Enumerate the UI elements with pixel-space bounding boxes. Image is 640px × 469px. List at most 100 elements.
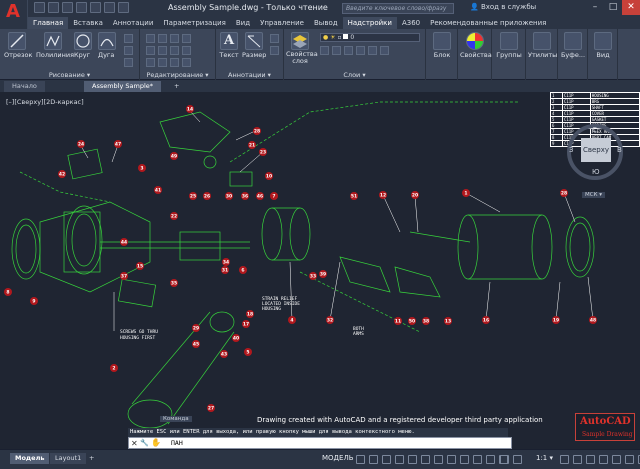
undo-icon[interactable] bbox=[104, 2, 115, 13]
array-icon[interactable] bbox=[170, 58, 179, 67]
viewport-controls-label[interactable]: [–][Сверху][2D-каркас] bbox=[6, 98, 84, 106]
snap-icon[interactable] bbox=[369, 455, 378, 464]
draw-group-label[interactable]: Рисование ▾ bbox=[0, 71, 139, 79]
file-tab-document[interactable]: Assembly Sample* bbox=[84, 81, 162, 92]
drawing-canvas[interactable]: 24 47 14 28 21 23 49 10 25 26 30 36 46 7… bbox=[0, 92, 640, 449]
tab-insert[interactable]: Вставка bbox=[68, 17, 108, 29]
open-file-icon[interactable] bbox=[48, 2, 59, 13]
spline-icon[interactable] bbox=[124, 58, 133, 67]
command-input[interactable]: ПАН bbox=[171, 439, 183, 447]
isolate-objects-icon[interactable] bbox=[599, 455, 608, 464]
tab-output[interactable]: Вывод bbox=[309, 17, 343, 29]
hardware-acceleration-icon[interactable] bbox=[612, 455, 621, 464]
save-icon[interactable] bbox=[62, 2, 73, 13]
dimension-button[interactable]: Размер bbox=[242, 32, 266, 59]
grid-icon[interactable] bbox=[356, 455, 365, 464]
block-button[interactable]: Блок bbox=[430, 32, 454, 59]
auto-scale-icon[interactable] bbox=[513, 455, 522, 464]
tab-home[interactable]: Главная bbox=[28, 17, 69, 29]
new-file-icon[interactable] bbox=[34, 2, 45, 13]
fillet-icon[interactable] bbox=[170, 46, 179, 55]
scale-icon[interactable] bbox=[158, 58, 167, 67]
plot-icon[interactable] bbox=[90, 2, 101, 13]
polar-icon[interactable] bbox=[421, 455, 430, 464]
plus-icon[interactable] bbox=[573, 455, 582, 464]
arc-button[interactable]: Дуга bbox=[98, 32, 116, 59]
layer-previous-icon[interactable] bbox=[380, 46, 389, 55]
tab-parametric[interactable]: Параметризация bbox=[158, 17, 230, 29]
command-history-label[interactable]: Команда bbox=[160, 416, 192, 422]
model-space-toggle[interactable]: МОДЕЛЬ bbox=[322, 454, 354, 462]
compass-east[interactable]: В bbox=[617, 146, 622, 154]
infer-constraints-icon[interactable] bbox=[382, 455, 391, 464]
properties-button[interactable]: Свойства bbox=[460, 32, 492, 59]
wcs-dropdown[interactable]: МСК ▾ bbox=[582, 192, 605, 198]
file-tab-start[interactable]: Начало bbox=[4, 81, 45, 92]
circle-button[interactable]: Круг bbox=[74, 32, 92, 59]
clean-screen-icon[interactable] bbox=[625, 455, 634, 464]
lineweight-icon[interactable] bbox=[473, 455, 482, 464]
leader-icon[interactable] bbox=[270, 34, 279, 43]
clipboard-button[interactable]: Буфе... bbox=[560, 32, 586, 59]
gear-icon[interactable] bbox=[560, 455, 569, 464]
tab-view[interactable]: Вид bbox=[231, 17, 255, 29]
viewcube-top-face[interactable]: Сверху bbox=[581, 138, 611, 162]
tab-annotate[interactable]: Аннотации bbox=[108, 17, 158, 29]
add-layout-button[interactable]: + bbox=[84, 453, 99, 464]
layer-freeze-icon[interactable] bbox=[344, 46, 353, 55]
view-button[interactable]: Вид bbox=[592, 32, 614, 59]
explode-icon[interactable] bbox=[182, 46, 191, 55]
tab-addins[interactable]: Надстройки bbox=[342, 17, 397, 29]
layout-tab[interactable]: Layout1 bbox=[50, 453, 87, 464]
object-snap-tracking-icon[interactable] bbox=[447, 455, 456, 464]
search-input[interactable]: Введите ключевое слово/фразу bbox=[342, 3, 454, 14]
rectangle-icon[interactable] bbox=[124, 34, 133, 43]
close-button[interactable]: ✕ bbox=[622, 0, 640, 15]
object-snap-icon[interactable] bbox=[460, 455, 469, 464]
layer-lock-icon[interactable] bbox=[356, 46, 365, 55]
transparency-icon[interactable] bbox=[486, 455, 495, 464]
annotation-visibility-icon[interactable] bbox=[500, 455, 509, 464]
erase-icon[interactable] bbox=[182, 34, 191, 43]
hatch-icon[interactable] bbox=[124, 46, 133, 55]
groups-button[interactable]: Группы bbox=[496, 32, 522, 59]
utilities-button[interactable]: Утилиты bbox=[528, 32, 557, 59]
new-tab-button[interactable]: + bbox=[166, 81, 187, 92]
rotate-icon[interactable] bbox=[158, 34, 167, 43]
redo-icon[interactable] bbox=[118, 2, 129, 13]
maximize-button[interactable]: □ bbox=[604, 0, 622, 15]
copy-icon[interactable] bbox=[146, 46, 155, 55]
layer-off-icon[interactable] bbox=[320, 46, 329, 55]
layer-properties-button[interactable]: Свойства слоя bbox=[286, 32, 318, 65]
tab-featured-apps[interactable]: Рекомендованные приложения bbox=[425, 17, 551, 29]
mirror-icon[interactable] bbox=[158, 46, 167, 55]
model-tab[interactable]: Модель bbox=[10, 453, 50, 464]
layer-match-icon[interactable] bbox=[368, 46, 377, 55]
isodraft-icon[interactable] bbox=[434, 455, 443, 464]
annotation-scale-dropdown[interactable]: 1:1 ▾ bbox=[536, 454, 553, 462]
compass-south[interactable]: Ю bbox=[592, 168, 600, 176]
layer-isolate-icon[interactable] bbox=[332, 46, 341, 55]
annotation-group-label[interactable]: Аннотации ▾ bbox=[216, 71, 283, 79]
layers-group-label[interactable]: Слои ▾ bbox=[284, 71, 425, 79]
offset-icon[interactable] bbox=[182, 58, 191, 67]
close-command-icon[interactable]: ✕ bbox=[131, 439, 138, 448]
signin-button[interactable]: 👤 Вход в службы bbox=[470, 3, 536, 11]
viewcube[interactable]: Сверху С Ю З В bbox=[563, 116, 629, 182]
compass-north[interactable]: С bbox=[592, 126, 597, 134]
ortho-icon[interactable] bbox=[408, 455, 417, 464]
polyline-button[interactable]: Полилиния bbox=[36, 32, 74, 59]
application-menu-button[interactable]: A bbox=[0, 0, 28, 31]
minimize-button[interactable]: – bbox=[586, 0, 604, 15]
tab-manage[interactable]: Управление bbox=[255, 17, 309, 29]
layer-dropdown[interactable]: ● ☀ ▫ 0 bbox=[320, 33, 420, 42]
units-icon[interactable] bbox=[586, 455, 595, 464]
save-as-icon[interactable] bbox=[76, 2, 87, 13]
line-button[interactable]: Отрезок bbox=[4, 32, 32, 59]
customize-wrench-icon[interactable]: 🔧 bbox=[140, 439, 149, 447]
table-icon[interactable] bbox=[270, 46, 279, 55]
trim-icon[interactable] bbox=[170, 34, 179, 43]
compass-west[interactable]: З bbox=[569, 146, 574, 154]
text-button[interactable]: A Текст bbox=[218, 32, 240, 59]
modify-group-label[interactable]: Редактирование ▾ bbox=[140, 71, 215, 79]
